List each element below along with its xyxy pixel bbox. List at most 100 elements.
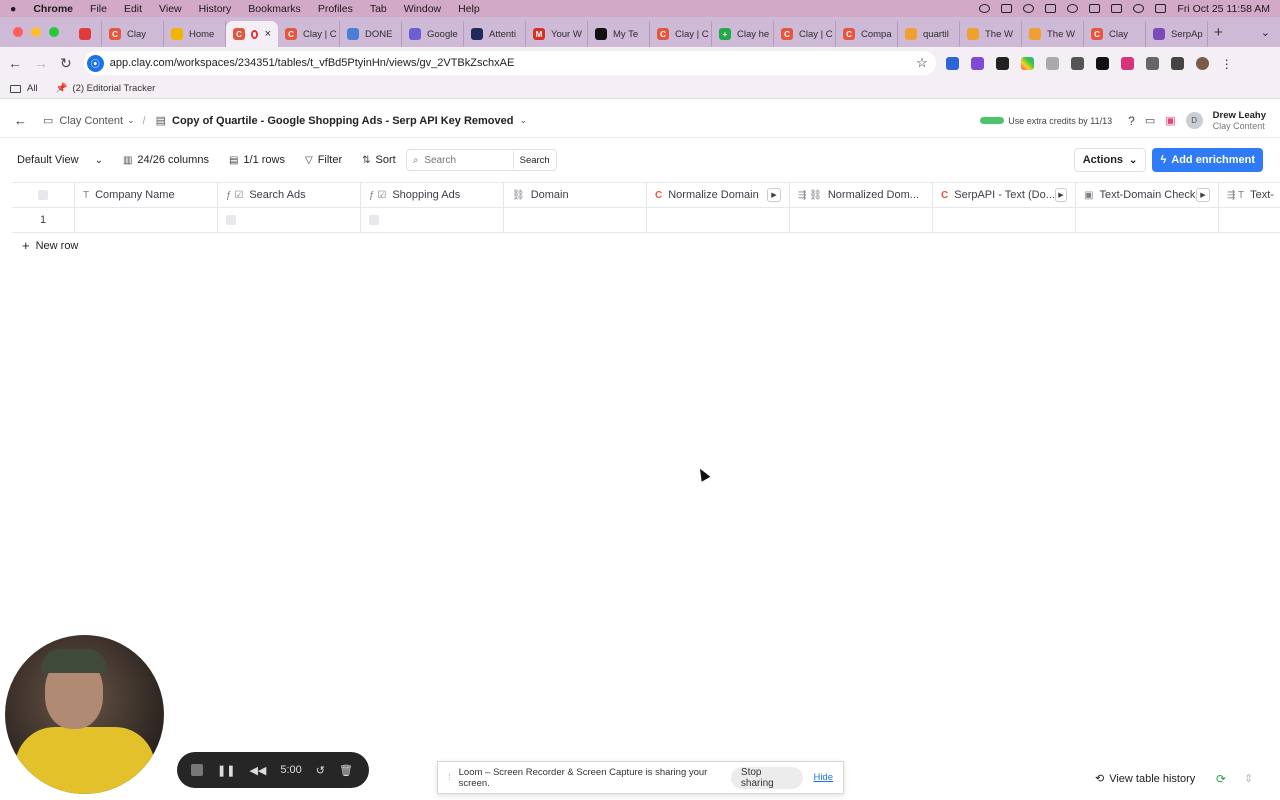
bookmark-star-icon[interactable]: ☆: [916, 55, 928, 71]
extensions-puzzle-icon[interactable]: [1145, 56, 1159, 70]
search-input[interactable]: [424, 154, 505, 166]
stop-sharing-button[interactable]: Stop sharing: [730, 766, 804, 789]
chevron-down-icon[interactable]: ⌄: [127, 115, 135, 126]
display-icon[interactable]: [1045, 4, 1057, 13]
help-icon[interactable]: ?: [1128, 114, 1135, 128]
column-header[interactable]: ƒ ☑ Shopping Ads: [361, 183, 504, 207]
table-cell[interactable]: [647, 208, 790, 232]
browser-tab[interactable]: DONE: [340, 21, 402, 47]
bookmark-editorial-tracker[interactable]: 📌 (2) Editorial Tracker: [56, 83, 156, 94]
extension-globe-icon[interactable]: [1070, 56, 1084, 70]
zoom-window-icon[interactable]: [49, 27, 59, 37]
browser-tab[interactable]: Attenti: [464, 21, 526, 47]
table-cell[interactable]: [218, 208, 361, 232]
run-column-icon[interactable]: ▶: [1196, 188, 1210, 202]
extension-f-icon[interactable]: [995, 56, 1009, 70]
column-header[interactable]: ▣ Text-Domain Check ▶: [1076, 183, 1219, 207]
browser-tab[interactable]: The W: [960, 21, 1022, 47]
menu-tab[interactable]: Tab: [370, 3, 387, 15]
chevron-down-icon[interactable]: ⌄: [519, 115, 527, 126]
browser-tab[interactable]: The W: [1022, 21, 1084, 47]
rows-button[interactable]: ▤ 1/1 rows: [229, 154, 285, 166]
run-column-icon[interactable]: ▶: [767, 188, 781, 202]
browser-tab[interactable]: M Your W: [526, 21, 588, 47]
back-arrow-icon[interactable]: ←: [14, 113, 27, 128]
browser-tab[interactable]: My Te: [588, 21, 650, 47]
column-header[interactable]: ⇶ ⛓ Normalized Dom...: [790, 183, 933, 207]
browser-tab[interactable]: [72, 21, 102, 47]
user-info[interactable]: Drew Leahy Clay Content: [1213, 110, 1266, 131]
column-header[interactable]: ⇶ T Text-: [1219, 183, 1280, 207]
table-row[interactable]: 1: [12, 208, 1280, 233]
battery-icon[interactable]: [1001, 4, 1013, 13]
omnibox[interactable]: ⦿ app.clay.com/workspaces/234351/tables/…: [83, 51, 936, 75]
select-all-cell[interactable]: [12, 183, 75, 207]
close-window-icon[interactable]: [13, 27, 23, 37]
menu-help[interactable]: Help: [458, 3, 480, 15]
table-cell[interactable]: [790, 208, 933, 232]
play-status-icon[interactable]: [1023, 4, 1035, 13]
column-header[interactable]: C Normalize Domain ▶: [647, 183, 790, 207]
close-tab-icon[interactable]: ×: [265, 28, 271, 40]
extension-disc-icon[interactable]: [1095, 56, 1109, 70]
menu-bookmarks[interactable]: Bookmarks: [248, 3, 301, 15]
view-selector[interactable]: Default View ⌄: [17, 154, 103, 166]
refresh-icon[interactable]: ⟳: [1216, 772, 1226, 786]
add-enrichment-button[interactable]: ϟ Add enrichment: [1152, 148, 1263, 172]
stop-recording-icon[interactable]: [191, 764, 203, 776]
focus-moon-icon[interactable]: [1067, 4, 1079, 13]
table-cell[interactable]: [75, 208, 218, 232]
drag-handle-icon[interactable]: ⁞: [448, 772, 451, 783]
run-column-icon[interactable]: ▶: [1054, 188, 1067, 202]
table-cell[interactable]: [504, 208, 647, 232]
new-tab-plus-icon[interactable]: +: [1214, 24, 1223, 41]
table-title[interactable]: Copy of Quartile - Google Shopping Ads -…: [172, 115, 513, 127]
scroll-arrows-icon[interactable]: ⇕: [1244, 772, 1253, 785]
inbox-icon[interactable]: ▭: [1145, 114, 1155, 127]
site-info-icon[interactable]: ⦿: [86, 54, 104, 72]
extension-v-icon[interactable]: [945, 56, 959, 70]
extension-color-icon[interactable]: [1020, 56, 1034, 70]
browser-tab[interactable]: quartil: [898, 21, 960, 47]
menu-window[interactable]: Window: [404, 3, 441, 15]
control-center-icon[interactable]: [1155, 4, 1167, 13]
control-icon[interactable]: [1089, 4, 1101, 13]
browser-tab[interactable]: C Clay: [1084, 21, 1146, 47]
reload-icon[interactable]: ↻: [60, 55, 72, 72]
rewind-icon[interactable]: ◀◀: [249, 764, 266, 777]
menu-profiles[interactable]: Profiles: [318, 3, 353, 15]
column-header[interactable]: C SerpAPI - Text (Do... ▶: [933, 183, 1076, 207]
table-cell[interactable]: [1076, 208, 1219, 232]
bookmark-all[interactable]: All: [10, 83, 38, 94]
column-header[interactable]: ƒ ☑ Search Ads: [218, 183, 361, 207]
gift-icon[interactable]: ▣: [1165, 114, 1175, 127]
browser-tab[interactable]: Google: [402, 21, 464, 47]
hide-link[interactable]: Hide: [813, 772, 833, 783]
webcam-bubble[interactable]: [5, 635, 164, 794]
filter-button[interactable]: ▽ Filter: [305, 154, 342, 166]
menu-history[interactable]: History: [199, 3, 232, 15]
credits-notice[interactable]: Use extra credits by 11/13: [980, 116, 1112, 126]
menu-edit[interactable]: Edit: [124, 3, 142, 15]
select-all-checkbox[interactable]: [38, 190, 48, 200]
search-button[interactable]: Search: [512, 151, 556, 169]
browser-tab[interactable]: C ×: [226, 21, 278, 47]
view-table-history-button[interactable]: ⟲ View table history: [1095, 772, 1195, 786]
extension-s-icon[interactable]: [1120, 56, 1134, 70]
sort-button[interactable]: ⇅ Sort: [362, 154, 396, 166]
column-header[interactable]: T Company Name: [75, 183, 218, 207]
trash-icon[interactable]: 🗑: [339, 764, 353, 777]
record-status-icon[interactable]: [979, 4, 991, 13]
back-arrow-icon[interactable]: ←: [8, 55, 22, 71]
columns-button[interactable]: ▥ 24/26 columns: [123, 154, 209, 166]
url-text[interactable]: app.clay.com/workspaces/234351/tables/t_…: [110, 57, 515, 69]
browser-tab[interactable]: C Clay | C: [278, 21, 340, 47]
browser-tab[interactable]: SerpAp: [1146, 21, 1208, 47]
browser-tab[interactable]: C Clay | C: [774, 21, 836, 47]
apple-menu-icon[interactable]: ●: [10, 3, 16, 15]
avatar[interactable]: D: [1185, 112, 1203, 129]
profile-avatar-icon[interactable]: [1195, 56, 1209, 70]
row-number-cell[interactable]: 1: [12, 208, 75, 232]
table-cell[interactable]: [1219, 208, 1280, 232]
chrome-menu-icon[interactable]: ⋮: [1221, 57, 1233, 71]
